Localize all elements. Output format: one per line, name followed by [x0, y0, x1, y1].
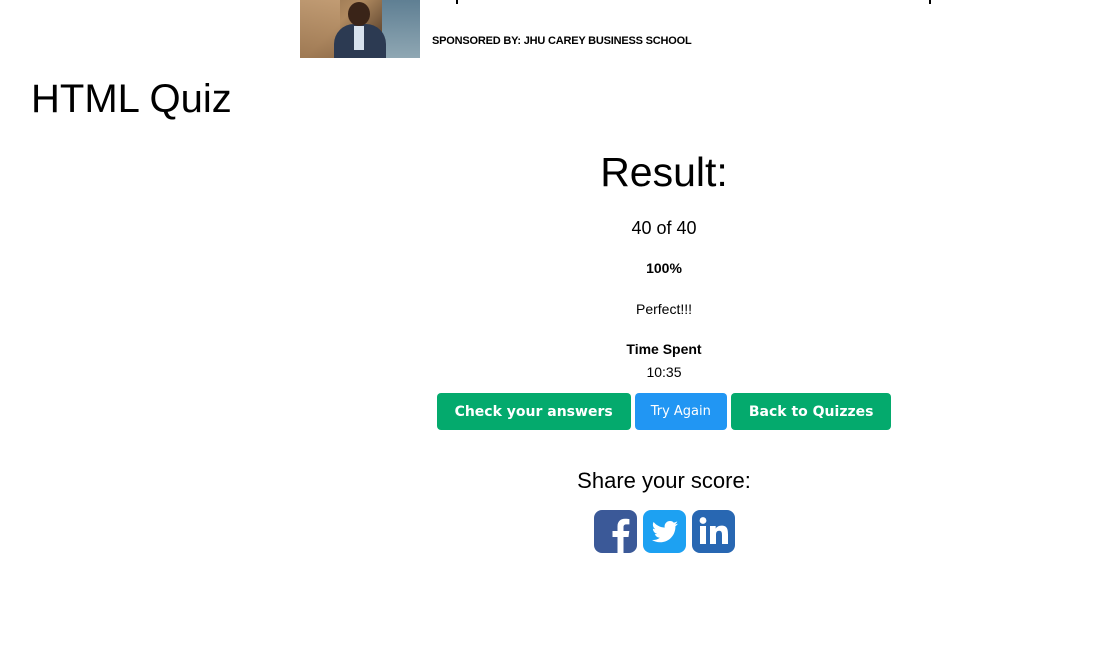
check-answers-button[interactable]: Check your answers: [436, 393, 631, 430]
photo-person-head: [348, 2, 370, 26]
linkedin-icon[interactable]: [691, 510, 735, 553]
facebook-icon[interactable]: [593, 510, 637, 553]
twitter-icon[interactable]: [642, 510, 686, 553]
back-to-quizzes-button[interactable]: Back to Quizzes: [730, 393, 892, 430]
share-label: Share your score:: [577, 468, 751, 493]
sponsor-photo[interactable]: [300, 0, 420, 58]
share-icons: [434, 510, 894, 553]
sponsor-label[interactable]: SPONSORED BY: JHU CAREY BUSINESS SCHOOL: [432, 35, 692, 47]
photo-window: [382, 0, 420, 58]
result-actions: Check your answers Try Again Back to Qui…: [434, 393, 894, 430]
sponsor-cropped-text-marks: [456, 0, 931, 4]
try-again-button[interactable]: Try Again: [634, 393, 727, 430]
time-spent-label: Time Spent: [626, 341, 702, 357]
score-percent: 100%: [646, 260, 682, 276]
quiz-result-page: SPONSORED BY: JHU CAREY BUSINESS SCHOOL …: [0, 0, 1115, 670]
photo-person-shirt: [354, 26, 364, 50]
score-text: 40 of 40: [631, 218, 697, 238]
page-title: HTML Quiz: [31, 77, 232, 121]
result-heading: Result:: [600, 149, 728, 195]
score-verdict: Perfect!!!: [635, 301, 693, 317]
time-spent-value: 10:35: [646, 364, 682, 380]
result-panel: Result: 40 of 40 100% Perfect!!! Time Sp…: [434, 150, 894, 553]
